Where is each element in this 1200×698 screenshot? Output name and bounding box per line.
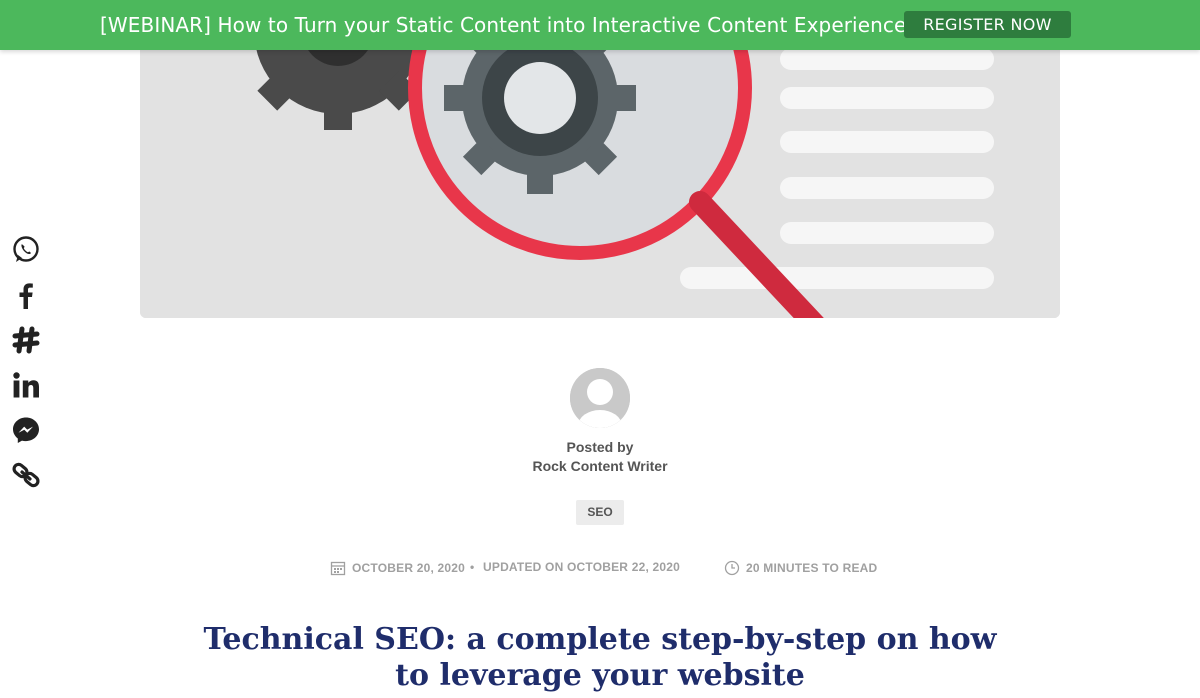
slack-share-button[interactable] [10,324,42,356]
publish-date: OCTOBER 20, 2020 [330,560,465,576]
updated-date-text: UPDATED ON OCTOBER 22, 2020 [483,560,681,574]
meta-separator: • [470,560,475,574]
read-time-text: 20 MINUTES TO READ [746,561,878,575]
facebook-icon [19,283,33,309]
clock-icon [724,560,740,576]
whatsapp-icon [13,236,39,262]
post-meta: OCTOBER 20, 2020 • UPDATED ON OCTOBER 22… [0,560,1200,578]
linkedin-icon [13,372,39,398]
banner-text[interactable]: [WEBINAR] How to Turn your Static Conten… [100,12,917,38]
webinar-banner: [WEBINAR] How to Turn your Static Conten… [0,0,1200,50]
category-tag[interactable]: SEO [576,500,624,525]
updated-date: UPDATED ON OCTOBER 22, 2020 [483,560,680,574]
linkedin-share-button[interactable] [10,369,42,401]
facebook-share-button[interactable] [10,279,42,311]
register-now-button[interactable]: REGISTER NOW [904,11,1071,38]
slack-icon [12,326,40,354]
author-name[interactable]: Rock Content Writer [0,458,1200,474]
posted-by-label: Posted by [566,439,634,455]
author-avatar[interactable] [570,368,630,428]
read-time: 20 MINUTES TO READ [724,560,877,576]
calendar-icon [330,561,346,576]
publish-date-text: OCTOBER 20, 2020 [352,561,466,575]
article-title: Technical SEO: a complete step-by-step o… [203,622,997,693]
whatsapp-share-button[interactable] [10,234,42,266]
